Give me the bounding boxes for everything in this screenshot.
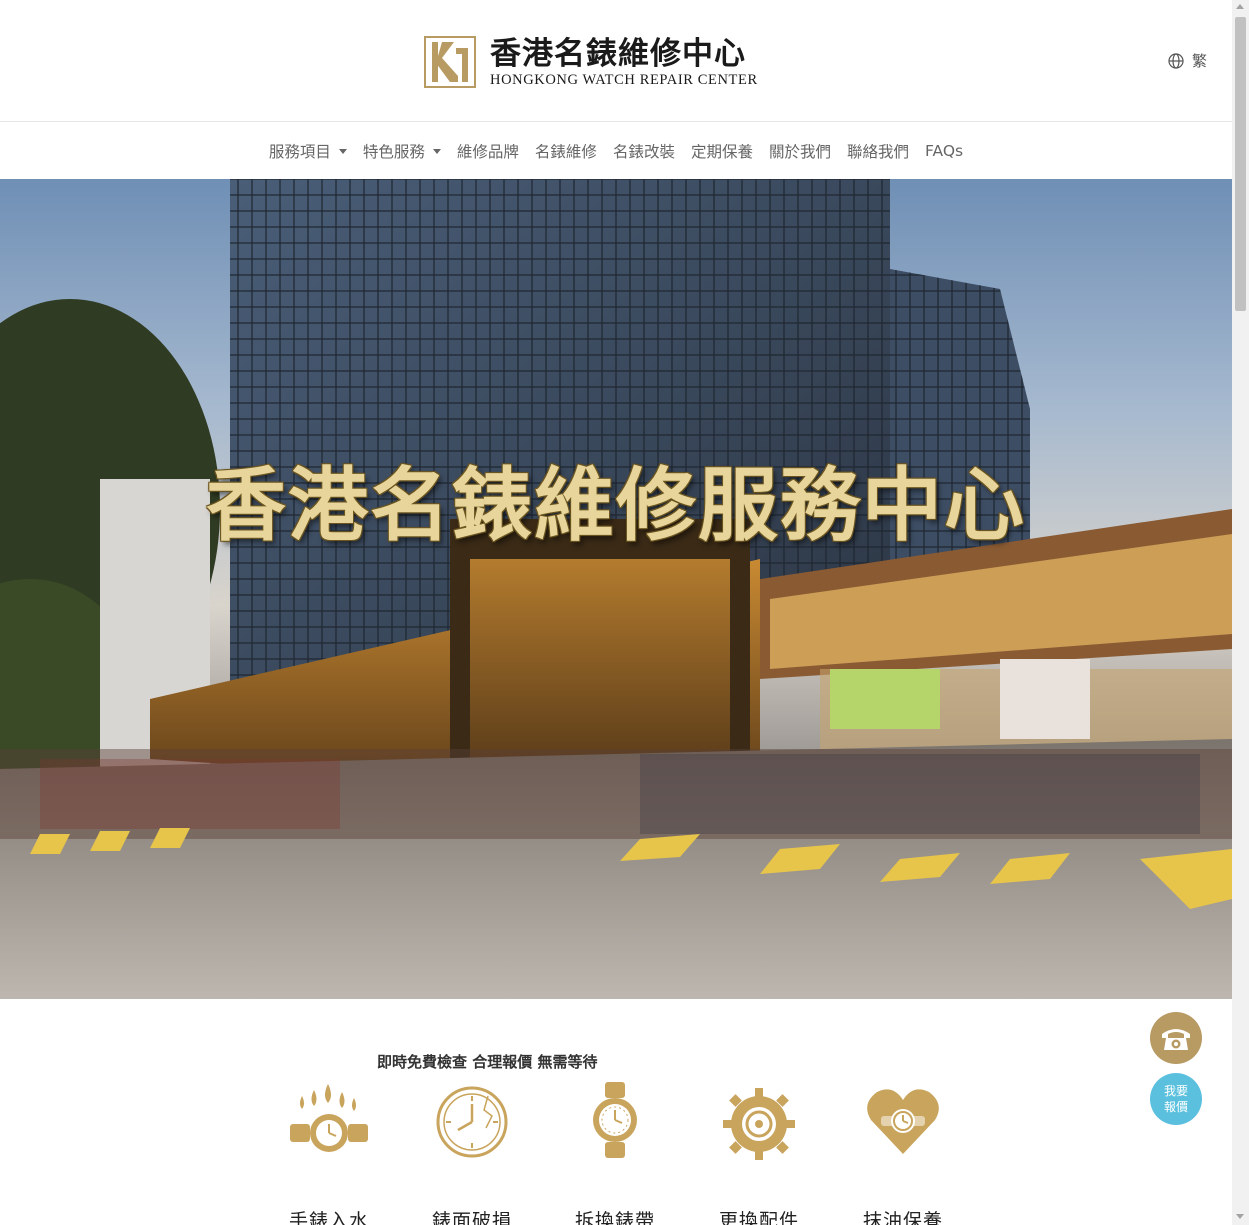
quote-label-line2: 報價 [1163,1100,1188,1114]
service-label: 抹油保養 [862,1210,943,1225]
service-oil-maintenance[interactable]: 抹油保養 [843,1080,963,1225]
service-parts-replacement[interactable]: 更換配件 [699,1080,819,1225]
service-label: 手錶入水 [288,1210,369,1225]
caret-down-icon [338,148,347,154]
caret-down-icon [432,148,441,154]
nav-item-featured[interactable]: 特色服務 [355,140,449,162]
hero-banner: 香港名錶維修服務中心 [0,179,1232,999]
site-logo[interactable]: 香港名錶維修中心 HONGKONG WATCH REPAIR CENTER [424,34,774,90]
nav-item-repair[interactable]: 名錶維修 [527,140,605,162]
services-tagline: 即時免費檢查 合理報價 無需等待 [377,1053,598,1071]
nav-label: 特色服務 [362,143,425,161]
cracked-clock-icon [436,1086,508,1158]
nav-label: 服務項目 [268,143,331,161]
service-crystal-damage[interactable]: 錶面破損 [412,1080,532,1225]
nav-item-maintenance[interactable]: 定期保養 [683,140,761,162]
service-water-damage[interactable]: 手錶入水 [269,1080,389,1225]
logo-mark-icon [424,36,476,88]
site-header: 香港名錶維修中心 HONGKONG WATCH REPAIR CENTER 繁 [0,0,1232,122]
hero-title: 香港名錶維修服務中心 [206,459,1026,552]
service-label: 更換配件 [718,1210,799,1225]
call-button[interactable] [1150,1012,1202,1064]
scroll-down-arrow-icon[interactable] [1236,1214,1244,1219]
gear-icon [723,1088,795,1160]
request-quote-button[interactable]: 我要 報價 [1150,1073,1202,1125]
service-label: 錶面破損 [431,1210,512,1225]
scroll-up-arrow-icon[interactable] [1236,4,1244,9]
globe-icon [1168,52,1184,69]
logo-title-en: HONGKONG WATCH REPAIR CENTER [490,72,758,88]
page-scrollbar[interactable] [1232,0,1249,1225]
language-switcher[interactable]: 繁 [1168,50,1207,71]
phone-icon [1162,1029,1190,1050]
quote-label-line1: 我要 [1163,1084,1188,1098]
nav-item-about[interactable]: 關於我們 [761,140,839,162]
nav-item-faqs[interactable]: FAQs [917,142,971,160]
water-drops-watch-icon [290,1084,368,1152]
nav-item-services[interactable]: 服務項目 [261,140,355,162]
heart-watch-icon [867,1089,939,1154]
logo-title-cn: 香港名錶維修中心 [490,36,746,72]
nav-item-contact[interactable]: 聯絡我們 [839,140,917,162]
main-nav: 服務項目 特色服務 維修品牌 名錶維修 名錶改裝 定期保養 關於我們 聯絡我們 … [0,123,1232,179]
service-label: 拆換錶帶 [574,1210,655,1225]
service-strap-change[interactable]: 拆換錶帶 [555,1080,675,1225]
hero-background-image [0,179,1232,999]
scroll-thumb[interactable] [1235,17,1246,311]
nav-item-brands[interactable]: 維修品牌 [449,140,527,162]
wristwatch-icon [593,1082,637,1158]
nav-item-modify[interactable]: 名錶改裝 [605,140,683,162]
language-label: 繁 [1192,52,1208,70]
